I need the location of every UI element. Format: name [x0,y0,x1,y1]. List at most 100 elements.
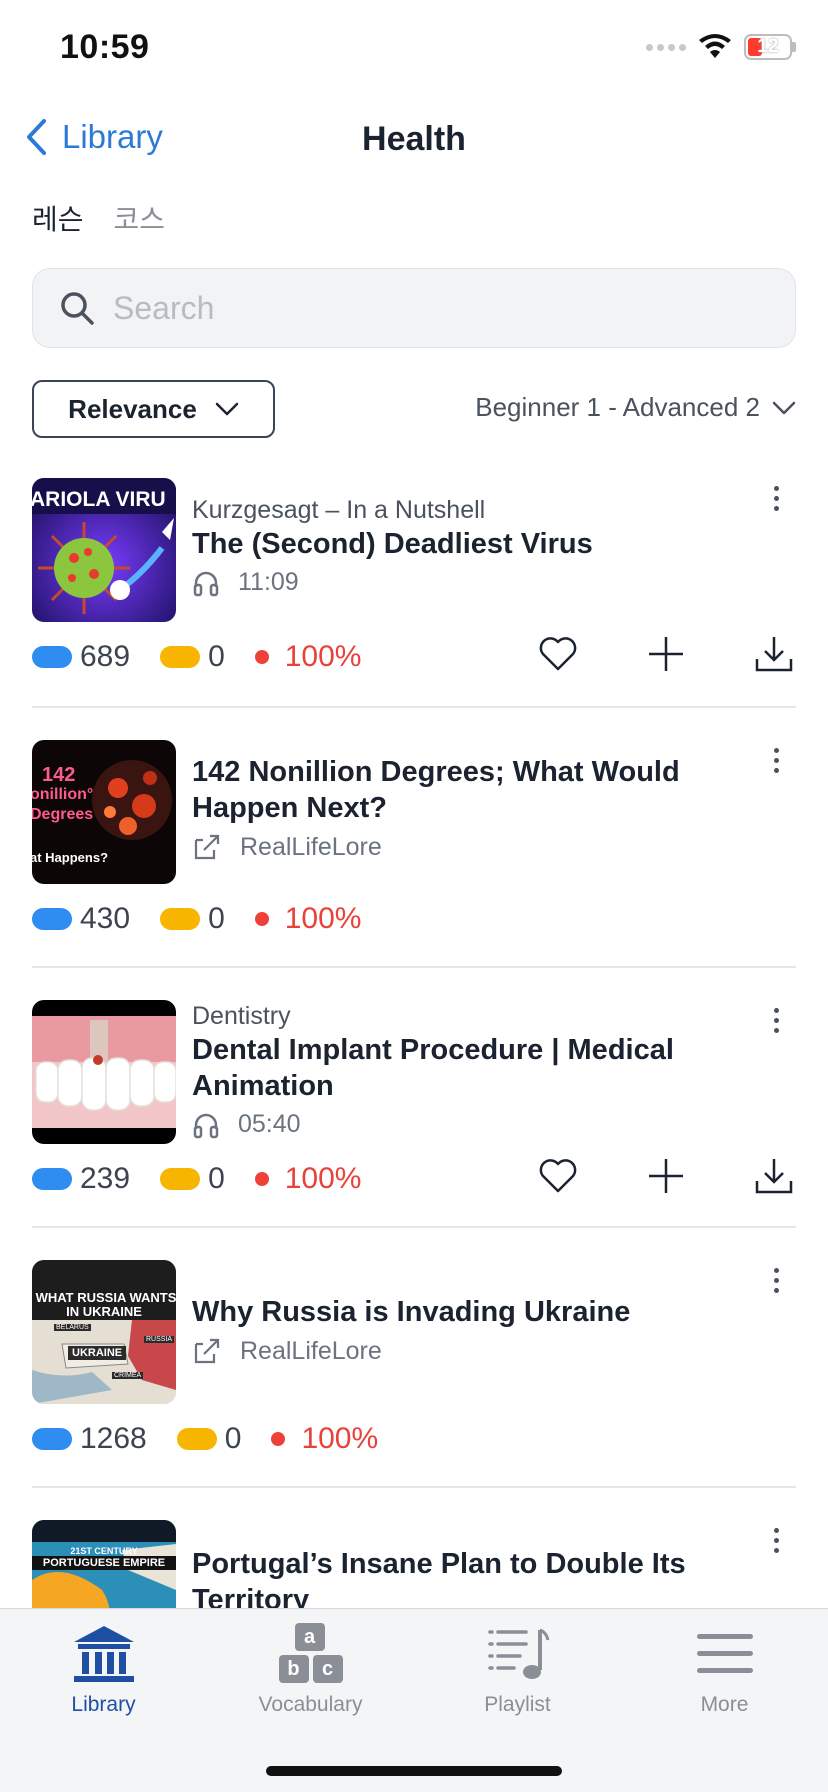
status-time: 10:59 [60,28,150,66]
lesson-meta: RealLifeLore [192,1336,752,1366]
plus-icon [649,1159,683,1193]
blue-pill-icon [32,646,72,668]
page-title: Health [362,120,466,158]
thumbnail-caption: ARIOLA VIRU [32,488,166,511]
lesson-item: 142 onillion° Degrees at Happens? 142 No… [32,740,796,940]
lesson-actions [536,632,796,676]
thumbnail-caption: 21ST CENTURY [70,1546,138,1556]
lesson-title[interactable]: Portugal’s Insane Plan to Double Its Ter… [192,1546,752,1608]
nav-bar: Library Health [0,110,828,170]
headphones-icon [193,571,219,596]
known-words-stat: 430 [32,902,130,936]
thumbnail-caption: PORTUGUESE EMPIRE [32,1556,176,1570]
progress-stat: 100% [254,902,361,936]
tab-label: More [700,1693,749,1716]
lesson-thumbnail[interactable] [32,1000,176,1144]
map-thumbnail-image [32,1260,176,1404]
lesson-title[interactable]: Dental Implant Procedure | Medical Anima… [192,1032,752,1104]
progress-stat: 100% [271,1422,378,1456]
lesson-title[interactable]: Why Russia is Invading Ukraine [192,1294,752,1330]
like-button[interactable] [536,632,580,676]
lesson-meta: 05:40 [192,1110,752,1139]
like-button[interactable] [536,1154,580,1198]
thumbnail-caption: 142 [42,764,76,786]
yellow-pill-icon [160,1168,201,1190]
more-options-button[interactable] [756,1520,796,1560]
sort-dropdown[interactable]: Relevance [32,380,275,438]
lesson-actions [536,1154,796,1198]
tab-more[interactable]: More [621,1619,828,1717]
download-icon [755,1159,793,1194]
lesson-stats: 689 0 100% [32,640,391,674]
lesson-info: Kurzgesagt – In a Nutshell The (Second) … [192,478,752,597]
more-options-button[interactable] [756,740,796,780]
search-icon [61,292,94,325]
lesson-item: WHAT RUSSIA WANTS IN UKRAINE UKRAINE BEL… [32,1260,796,1460]
lesson-info: 142 Nonillion Degrees; What Would Happen… [192,740,752,862]
download-icon [755,637,793,672]
download-button[interactable] [752,1154,796,1198]
menu-icon [695,1619,755,1689]
heart-icon [539,637,577,671]
home-indicator [266,1766,562,1776]
sort-label: Relevance [68,393,197,424]
lesson-stats: 1268 0 100% [32,1422,408,1456]
divider [32,1226,796,1228]
search-input[interactable] [113,289,753,327]
tab-playlist[interactable]: Playlist [414,1619,621,1717]
cellular-signal-icon [646,43,686,51]
chevron-down-icon [215,402,239,416]
lesson-info: Dentistry Dental Implant Procedure | Med… [192,1000,752,1139]
lesson-source: RealLifeLore [240,1336,382,1365]
thumbnail-caption: BELARUS [54,1324,91,1331]
thumbnail-caption: RUSSIA [144,1336,175,1343]
yellow-pill-icon [176,1428,217,1450]
tab-courses[interactable]: 코스 [114,198,166,238]
add-to-playlist-button[interactable] [644,632,688,676]
red-dot-icon [271,1432,286,1446]
content-tabs: 레슨 코스 [32,198,165,238]
chevron-down-icon [772,401,796,414]
lesson-title[interactable]: 142 Nonillion Degrees; What Would Happen… [192,754,752,826]
imported-icon [194,834,220,860]
playlist-icon [486,1619,550,1689]
lesson-title[interactable]: The (Second) Deadliest Virus [192,526,752,562]
level-dropdown[interactable]: Beginner 1 - Advanced 2 [475,392,796,423]
known-words-stat: 1268 [32,1422,147,1456]
download-button[interactable] [752,632,796,676]
more-options-button[interactable] [756,478,796,518]
level-label: Beginner 1 - Advanced 2 [475,392,760,422]
progress-stat: 100% [254,640,361,674]
divider [32,706,796,708]
lesson-thumbnail[interactable]: 21ST CENTURY PORTUGUESE EMPIRE [32,1520,176,1608]
vocab-letter: a [294,1623,325,1651]
lesson-duration: 11:09 [238,568,299,596]
filter-row: Relevance Beginner 1 - Advanced 2 [32,380,796,438]
more-options-button[interactable] [756,1000,796,1040]
battery-level: 12 [757,36,779,57]
lesson-meta: RealLifeLore [192,832,752,862]
yellow-pill-icon [160,908,201,930]
teeth-thumbnail-image [32,1000,176,1144]
lingqs-stat: 0 [160,640,225,674]
lesson-thumbnail[interactable]: ARIOLA VIRU [32,478,176,622]
wifi-icon [699,34,731,58]
tab-lessons[interactable]: 레슨 [32,198,84,238]
search-box[interactable] [32,268,796,348]
add-to-playlist-button[interactable] [644,1154,688,1198]
tab-library[interactable]: Library [0,1619,207,1717]
lesson-source: RealLifeLore [240,832,382,861]
lesson-thumbnail[interactable]: 142 onillion° Degrees at Happens? [32,740,176,884]
blue-pill-icon [32,1428,72,1450]
thumbnail-caption: at Happens? [32,850,109,865]
lesson-channel: Kurzgesagt – In a Nutshell [192,496,486,524]
known-words-stat: 239 [32,1162,130,1196]
more-options-button[interactable] [756,1260,796,1300]
progress-stat: 100% [254,1162,361,1196]
tab-label: Vocabulary [258,1693,363,1716]
lesson-thumbnail[interactable]: WHAT RUSSIA WANTS IN UKRAINE UKRAINE BEL… [32,1260,176,1404]
status-bar: 10:59 12 [0,0,828,100]
thumbnail-caption: CRIMEA [112,1372,144,1379]
tab-vocabulary[interactable]: a b c Vocabulary [207,1619,414,1717]
yellow-pill-icon [160,646,201,668]
